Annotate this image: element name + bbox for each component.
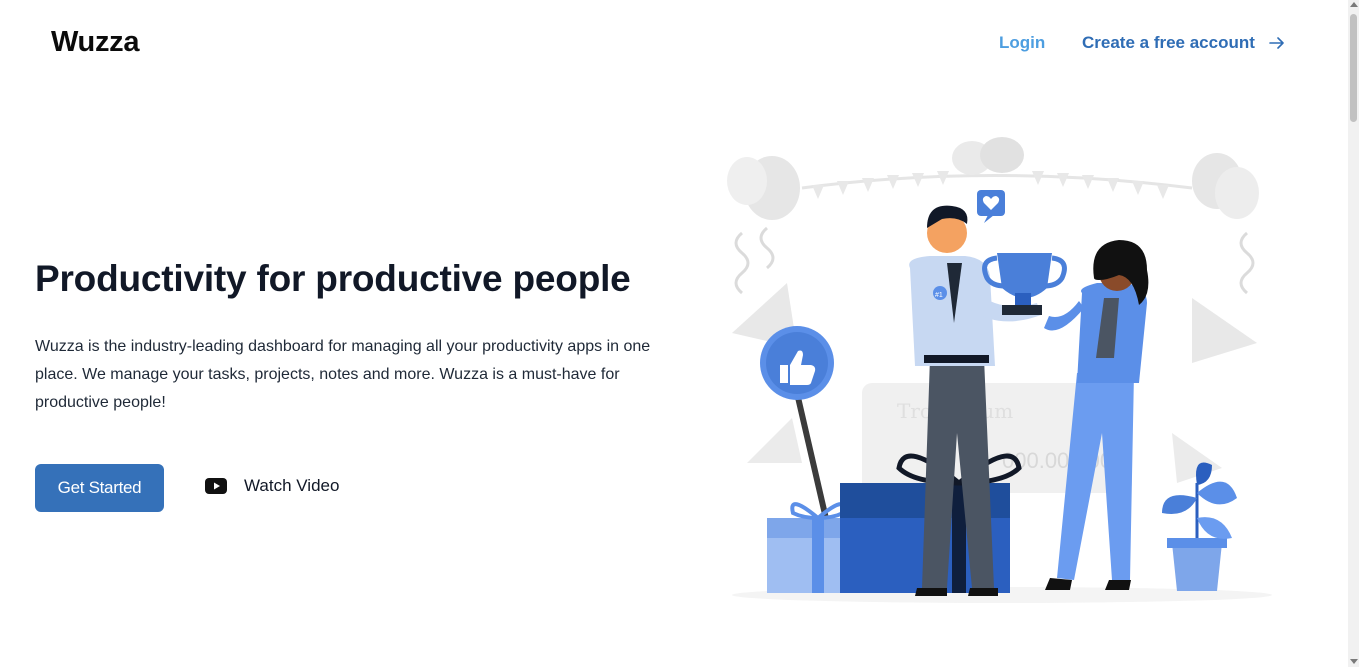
vertical-scrollbar[interactable] (1348, 0, 1359, 667)
create-account-link[interactable]: Create a free account (1082, 33, 1285, 53)
create-account-label: Create a free account (1082, 33, 1255, 52)
hero-title: Productivity for productive people (35, 258, 631, 299)
youtube-play-icon (205, 478, 227, 494)
scroll-up-icon[interactable] (1350, 2, 1358, 7)
badge-text: #1 (935, 292, 943, 299)
hero-description: Wuzza is the industry-leading dashboard … (35, 338, 651, 411)
celebration-illustration: Trophaeum 000.000.00 #1 (727, 137, 1272, 603)
arrow-right-icon (1269, 37, 1284, 49)
login-link[interactable]: Login (999, 33, 1045, 53)
watch-video-label: Watch Video (244, 476, 340, 495)
logo[interactable]: Wuzza (51, 26, 140, 59)
scroll-down-icon[interactable] (1350, 659, 1358, 664)
header: Wuzza Login Create a free account (0, 0, 1348, 85)
get-started-button[interactable]: Get Started (35, 464, 164, 512)
scrollbar-thumb[interactable] (1350, 14, 1357, 122)
watch-video-button[interactable]: Watch Video (205, 476, 339, 496)
